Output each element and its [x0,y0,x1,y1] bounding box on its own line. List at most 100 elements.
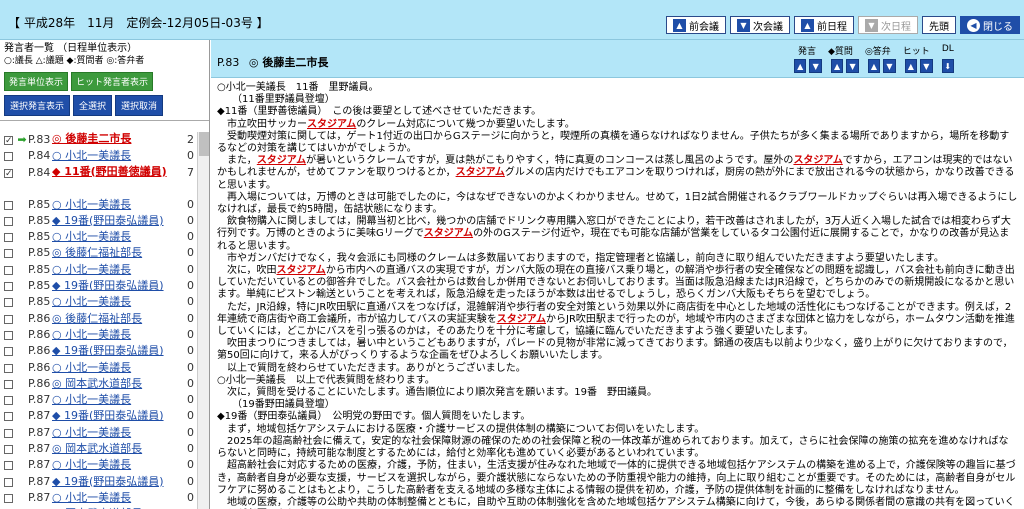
statement-paragraph: また，スタジアムが暑いというクレームですが，夏は熱がこもりやすく，特に真夏のコン… [217,155,1015,191]
speaker-checkbox[interactable] [4,461,13,471]
speaker-checkbox[interactable] [4,477,13,487]
speaker-row[interactable]: P.84 ○ 小北一美議長 0 [0,148,196,164]
hit-speakers-view-button[interactable]: ヒット発言者表示 [71,72,154,91]
speaker-checkbox[interactable] [4,152,13,162]
speaker-name-link[interactable]: ◆ 19番(野田泰弘議員) [52,343,180,359]
prev-schedule-button[interactable]: ▲ 前日程 [794,16,854,34]
speaker-row[interactable]: P.85 ○ 小北一美議長 0 [0,262,196,278]
speaker-name-link[interactable]: ○ 小北一美議長 [52,327,180,343]
speaker-checkbox[interactable] [4,314,13,324]
next-schedule-button[interactable]: ▼ 次日程 [858,16,918,34]
speaker-row[interactable]: P.86 ◎ 岡本武水道部長 0 [0,376,196,392]
speaker-row[interactable]: P.86 ◎ 後藤仁福祉部長 0 [0,311,196,327]
next-statement-button[interactable]: ▼ [809,59,822,73]
speaker-row[interactable]: P.87 ○ 小北一美議長 0 [0,490,196,506]
speaker-row[interactable]: P.86 ○ 小北一美議長 0 [0,327,196,343]
speaker-name-link[interactable]: ◎ 岡本武水道部長 [52,441,180,457]
speaker-row[interactable]: P.85 ○ 小北一美議長 0 [0,229,196,245]
statement-paragraph: 次に，質問を受けることにいたします。通告順位により順次発言を願います。19番 野… [217,387,658,399]
speaker-name-link[interactable]: ○ 小北一美議長 [52,229,180,245]
speaker-name-link[interactable]: ◆ 19番(野田泰弘議員) [52,278,180,294]
speaker-row[interactable]: P.85 ○ 小北一美議長 0 [0,294,196,310]
speaker-name-link[interactable]: ◎ 後藤圭二市長 [52,132,180,146]
speaker-row[interactable]: P.87◎ 岡本武水道部長 0 [0,441,196,457]
speaker-checkbox[interactable] [4,298,13,308]
speaker-row[interactable]: P.85 ◆ 19番(野田泰弘議員) 0 [0,213,196,229]
speaker-name-link[interactable]: ◆ 11番(野田善徳議員) [52,165,180,179]
speaker-checkbox[interactable] [4,445,13,455]
speaker-row[interactable]: P.87 ◆ 19番(野田泰弘議員) 0 [0,474,196,490]
hit-count: 0 [187,311,194,325]
speaker-checkbox[interactable] [4,363,13,373]
speaker-row[interactable]: P.87 ○ 小北一美議長 0 [0,425,196,441]
speaker-row[interactable]: P.86 ○ 小北一美議長 0 [0,360,196,376]
next-hit-button[interactable]: ▼ [920,59,933,73]
prev-question-button[interactable]: ▲ [830,59,844,73]
close-button[interactable]: ◀ 閉じる [960,16,1020,34]
clear-selection-button[interactable]: 選択取消 [115,95,164,116]
speaker-name-link[interactable]: ○ 小北一美議長 [52,148,180,164]
speaker-checkbox[interactable] [4,493,13,503]
statement-paragraph: 市立吹田サッカースタジアムのクレーム対応について幾つか要望いたします。 [217,118,575,130]
speaker-row[interactable]: P.85 ◆ 19番(野田泰弘議員) 0 [0,278,196,294]
speaker-list-scrollbar[interactable] [197,132,209,509]
speaker-checkbox[interactable] [4,412,13,422]
prev-answer-button[interactable]: ▲ [867,59,881,73]
speaker-checkbox[interactable] [4,166,13,182]
speaker-row[interactable]: P.84◆ 11番(野田善徳議員) 7 [0,165,196,197]
speaker-row[interactable]: ➡P.83◎ 後藤圭二市長 2 [0,132,196,149]
prev-meeting-button[interactable]: ▲ 前会議 [666,16,726,34]
scrollbar-thumb[interactable] [199,132,209,156]
speaker-row[interactable]: P.87 ◆ 19番(野田泰弘議員) 0 [0,408,196,424]
speaker-checkbox[interactable] [4,330,13,340]
statement-paragraph: （11番里野議員登壇） [217,94,335,106]
speaker-name-link[interactable]: ○ 小北一美議長 [52,457,180,473]
speaker-name-link[interactable]: ○ 小北一美議長 [52,197,180,213]
speaker-name-link[interactable]: ◆ 19番(野田泰弘議員) [52,474,180,490]
show-selected-button[interactable]: 選択発言表示 [4,95,71,116]
speaker-checkbox[interactable] [4,428,13,438]
speaker-checkbox[interactable] [4,249,13,259]
speaker-row[interactable]: P.87 ○ 小北一美議長 0 [0,392,196,408]
prev-hit-button[interactable]: ▲ [904,59,918,73]
top-button[interactable]: 先頭 [922,16,956,34]
speaker-row[interactable]: P.87 ○ 小北一美議長 0 [0,457,196,473]
speaker-name-link[interactable]: ◎ 岡本武水道部長 [52,376,180,392]
search-hit-keyword: スタジアム [793,155,843,167]
speaker-checkbox[interactable] [4,200,13,210]
next-answer-button[interactable]: ▼ [883,59,896,73]
speaker-name-link[interactable]: ○ 小北一美議長 [52,360,180,376]
statement-unit-view-button[interactable]: 発言単位表示 [4,72,69,91]
speaker-checkbox[interactable] [4,282,13,292]
speaker-page: P.86 [28,376,51,390]
speaker-row[interactable]: P.85 ○ 小北一美議長 0 [0,197,196,213]
speaker-list: ➡P.83◎ 後藤圭二市長2P.84○ 小北一美議長0P.84◆ 11番(野田善… [0,132,196,509]
speaker-checkbox[interactable] [4,216,13,226]
speaker-name-link[interactable]: ○ 小北一美議長 [52,425,180,441]
speaker-checkbox[interactable] [4,396,13,406]
speaker-list-heading: 発言者一覧 （日程単位表示） [4,43,138,54]
close-circle-icon: ◀ [967,18,980,32]
speaker-checkbox[interactable] [4,379,13,389]
speaker-checkbox[interactable] [4,133,13,149]
speaker-checkbox[interactable] [4,347,13,357]
download-icon[interactable]: ⬇ [941,59,954,73]
speaker-row[interactable]: P.86 ◆ 19番(野田泰弘議員) 0 [0,343,196,359]
speaker-checkbox[interactable] [4,265,13,275]
select-all-button[interactable]: 全選択 [73,95,113,116]
next-question-button[interactable]: ▼ [846,59,859,73]
speaker-name-link[interactable]: ○ 小北一美議長 [52,392,180,408]
speaker-name-link[interactable]: ◎ 後藤仁福祉部長 [52,245,180,261]
hit-count: 0 [187,458,194,472]
speaker-name-link[interactable]: ◆ 19番(野田泰弘議員) [52,408,180,424]
speaker-name-link[interactable]: ○ 小北一美議長 [52,294,180,310]
speaker-name-link[interactable]: ○ 小北一美議長 [52,262,180,278]
speaker-name-link[interactable]: ○ 小北一美議長 [52,490,180,506]
current-arrow-icon: ➡ [17,133,27,146]
speaker-checkbox[interactable] [4,233,13,243]
prev-statement-button[interactable]: ▲ [794,59,807,73]
speaker-name-link[interactable]: ◎ 後藤仁福祉部長 [52,311,180,327]
next-meeting-button[interactable]: ▼ 次会議 [730,16,790,34]
speaker-row[interactable]: P.85 ◎ 後藤仁福祉部長 0 [0,245,196,261]
speaker-name-link[interactable]: ◆ 19番(野田泰弘議員) [52,213,180,229]
